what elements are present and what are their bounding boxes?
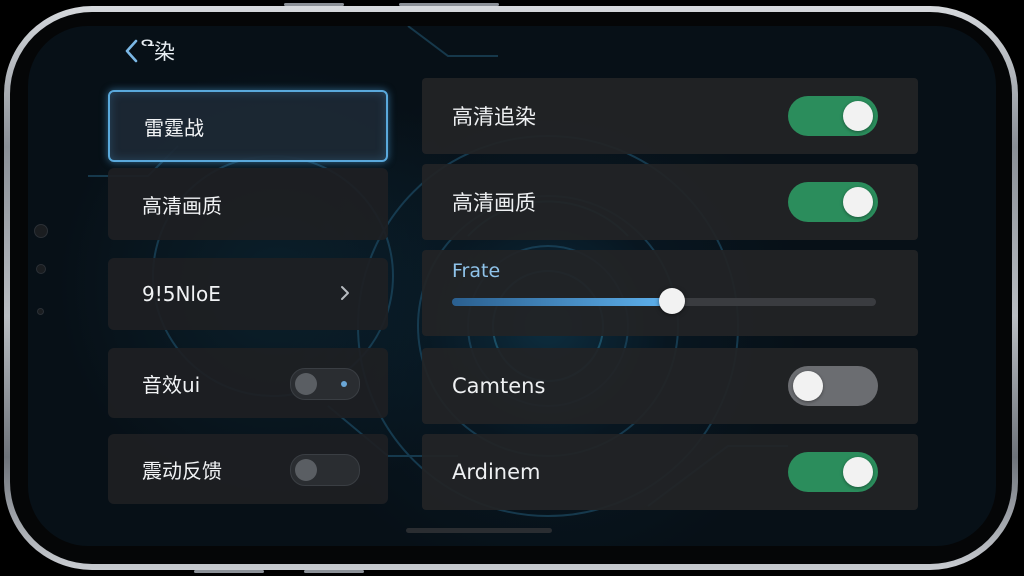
menu-item-label: 音效ui (142, 372, 201, 397)
toggle-knob (843, 101, 873, 131)
toggle-knob (295, 459, 317, 481)
game-settings-screen: ີ染 雷霆战 高清画质 9!5NloE 音效ui 震动反馈 高清追染 高清画质 … (28, 26, 996, 546)
setting-label: 高清画质 (452, 191, 536, 215)
side-button (399, 3, 499, 6)
menu-item-hd-quality[interactable]: 高清画质 (108, 168, 388, 240)
chevron-left-icon (124, 38, 144, 64)
setting-hd-render: 高清追染 (422, 78, 918, 154)
side-button (194, 570, 264, 573)
camtens-toggle[interactable] (788, 366, 878, 406)
frate-slider-thumb[interactable] (659, 288, 686, 314)
hd-render-toggle[interactable] (788, 96, 878, 136)
hd-quality-toggle[interactable] (788, 182, 878, 222)
sensor-dot (37, 308, 44, 315)
menu-item-sound-ui[interactable]: 音效ui (108, 348, 388, 418)
home-indicator (406, 528, 552, 533)
ardinem-toggle[interactable] (788, 452, 878, 492)
toggle-knob (793, 371, 823, 401)
menu-item-label: 雷霆战 (144, 115, 204, 140)
setting-label: 高清追染 (452, 105, 536, 129)
toggle-knob (843, 457, 873, 487)
vibration-toggle[interactable] (290, 454, 360, 486)
setting-frate: Frate (422, 250, 918, 336)
menu-item-label: 9!5NloE (142, 282, 221, 306)
sensor-dot (36, 264, 46, 274)
toggle-knob (843, 187, 873, 217)
setting-label: Ardinem (452, 460, 541, 484)
menu-item-label: 高清画质 (142, 193, 222, 218)
menu-item-submenu[interactable]: 9!5NloE (108, 258, 388, 330)
menu-item-label: 震动反馈 (142, 458, 222, 483)
menu-item-vibration[interactable]: 震动反馈 (108, 434, 388, 504)
frate-label: Frate (452, 260, 501, 282)
side-button (284, 3, 344, 6)
toggle-knob (295, 373, 317, 395)
chevron-right-icon (340, 282, 350, 306)
frate-slider-track[interactable] (452, 288, 876, 314)
frate-slider-fill (452, 298, 673, 306)
setting-camtens: Camtens (422, 348, 918, 424)
back-button[interactable]: ີ染 (124, 36, 175, 66)
setting-hd-quality: 高清画质 (422, 164, 918, 240)
camera-lens (34, 224, 48, 238)
camera-cutout (28, 216, 50, 366)
menu-item-thunder-battle[interactable]: 雷霆战 (108, 90, 388, 162)
setting-ardinem: Ardinem (422, 434, 918, 510)
setting-label: Camtens (452, 374, 546, 398)
back-label: ີ染 (154, 40, 175, 64)
side-button (304, 570, 364, 573)
sound-ui-toggle[interactable] (290, 368, 360, 400)
toggle-indicator (341, 381, 347, 387)
